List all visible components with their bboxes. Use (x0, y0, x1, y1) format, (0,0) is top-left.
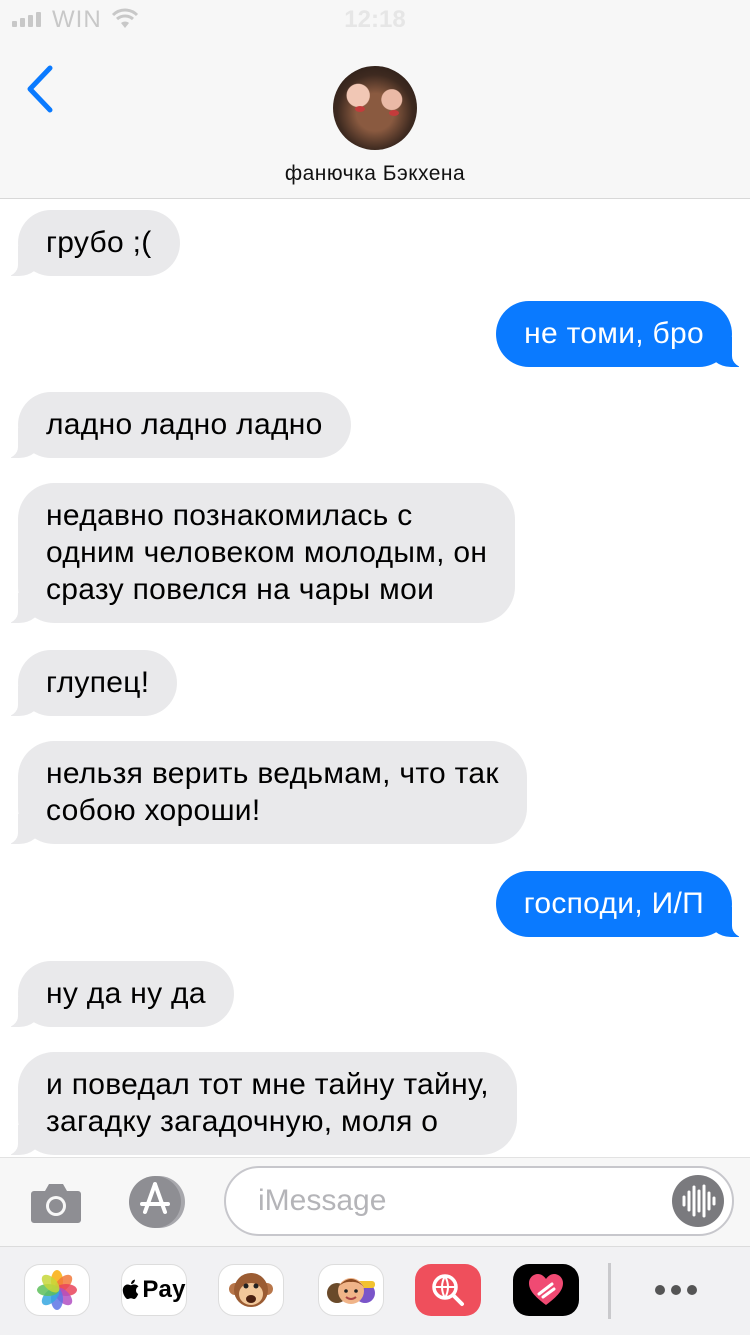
apple-pay-button[interactable]: Pay (121, 1264, 187, 1316)
digital-touch-icon (529, 1274, 563, 1305)
drawer-divider (608, 1263, 611, 1319)
imessage-input-field[interactable] (224, 1166, 734, 1236)
incoming-message[interactable]: нельзя верить ведьмам, что так собою хор… (0, 741, 527, 845)
status-bar: WIN 12:18 (0, 0, 750, 40)
contact-avatar[interactable] (333, 66, 417, 150)
back-button[interactable] (20, 62, 64, 116)
incoming-message[interactable]: глупец! (0, 650, 178, 717)
camera-button[interactable] (30, 1179, 82, 1225)
camera-icon (31, 1184, 81, 1223)
web-search-icon (432, 1274, 464, 1306)
chevron-left-icon (27, 65, 53, 113)
memoji-icon (327, 1278, 375, 1304)
photos-icon (37, 1270, 77, 1310)
incoming-message[interactable]: грубо ;( (0, 210, 180, 277)
compose-bar (0, 1157, 750, 1247)
contact-name[interactable]: фанючка Бэкхена (0, 162, 750, 186)
animoji-button[interactable] (218, 1264, 284, 1316)
outgoing-message[interactable]: не томи, бро (496, 301, 750, 368)
audio-message-button[interactable] (672, 1175, 724, 1227)
more-apps-button[interactable] (643, 1264, 709, 1316)
app-store-button[interactable] (126, 1174, 186, 1230)
animoji-monkey-icon (229, 1273, 273, 1307)
memoji-button[interactable] (318, 1264, 384, 1316)
apple-pay-label: Pay (142, 1276, 186, 1303)
message-input[interactable] (256, 1180, 660, 1222)
message-list[interactable]: грубо ;( не томи, бро ладно ладно ладно … (0, 199, 750, 1157)
incoming-message[interactable]: ну да ну да (0, 961, 234, 1028)
incoming-message[interactable]: недавно познакомилась с одним человеком … (0, 483, 516, 624)
incoming-message[interactable]: ладно ладно ладно (0, 392, 351, 459)
status-time: 12:18 (344, 6, 406, 33)
conversation-header: WIN 12:18 фанючка Бэкхена (0, 0, 750, 199)
digital-touch-button[interactable] (513, 1264, 579, 1316)
incoming-message[interactable]: и поведал тот мне тайну тайну, загадку з… (0, 1052, 517, 1156)
app-store-icon (129, 1176, 185, 1228)
photos-app-button[interactable] (24, 1264, 90, 1316)
outgoing-message[interactable]: господи, И/П (495, 871, 750, 938)
audio-waveform-icon (682, 1184, 716, 1218)
web-search-button[interactable] (415, 1264, 481, 1316)
apple-logo-icon (123, 1279, 139, 1300)
more-icon (655, 1285, 665, 1295)
app-drawer: Pay (0, 1246, 750, 1335)
